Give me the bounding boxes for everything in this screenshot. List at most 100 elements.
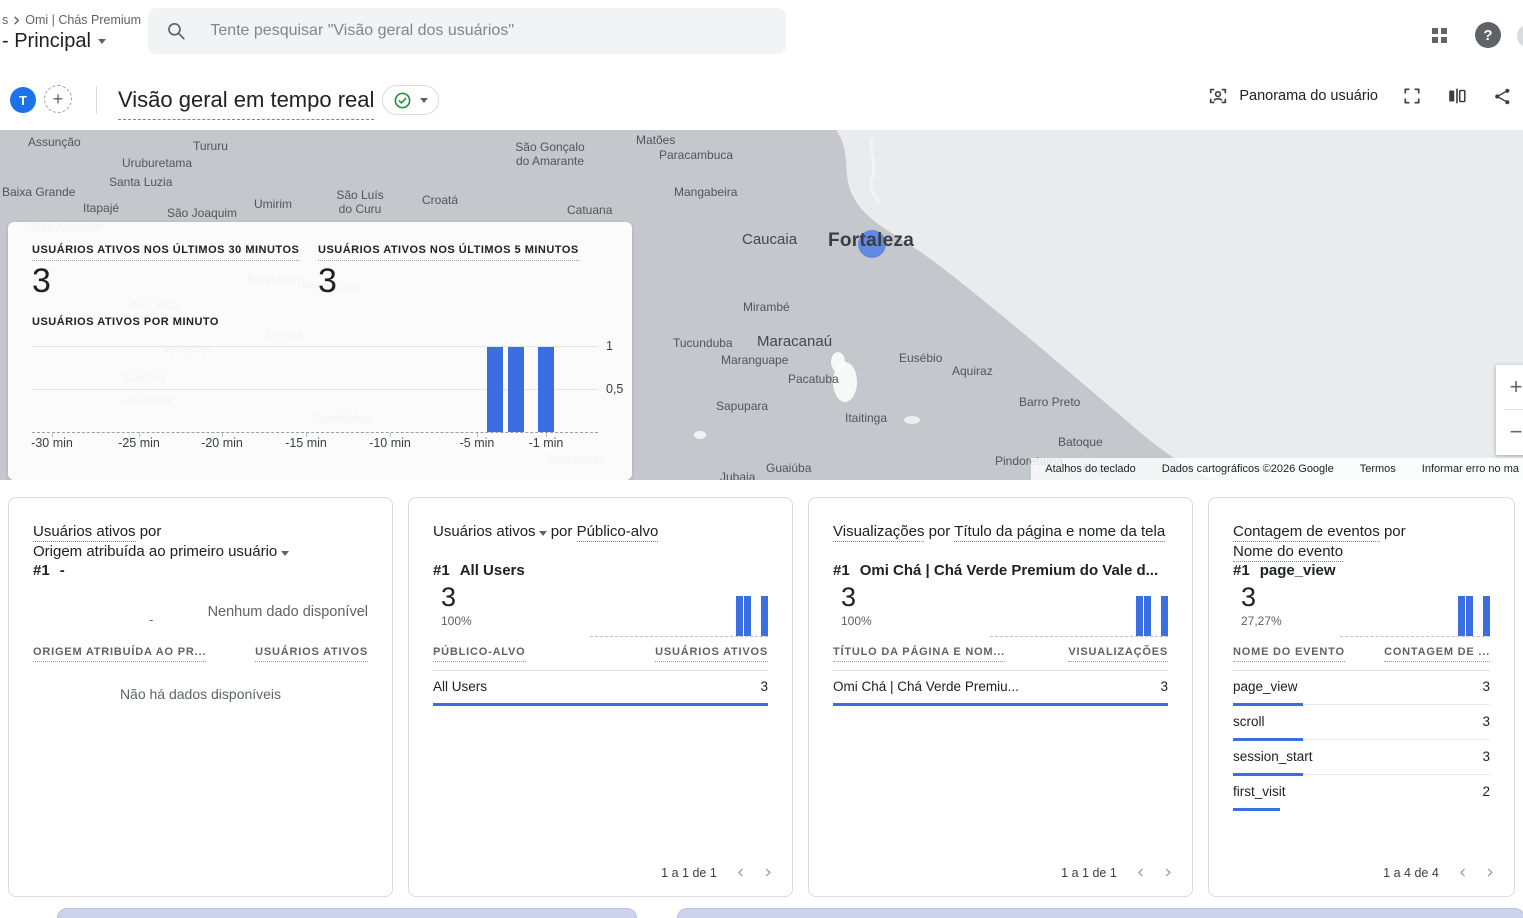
- table-body: All Users 3: [433, 670, 768, 705]
- dimension-selector[interactable]: Origem atribuída ao primeiro usuário: [33, 543, 289, 560]
- map-attribution: Atalhos do teclado Dados cartográficos ©…: [1031, 458, 1523, 480]
- search-input[interactable]: [208, 21, 768, 41]
- chevron-down-icon: [539, 531, 547, 536]
- y-axis-label-1: 1: [606, 339, 632, 353]
- page-title[interactable]: Visão geral em tempo real: [118, 87, 374, 120]
- map-label: Uruburetama: [122, 156, 192, 170]
- metric-column-header[interactable]: VISUALIZAÇÕES: [1068, 646, 1168, 662]
- spark-bar: [1458, 596, 1465, 636]
- avatar[interactable]: T: [10, 87, 36, 113]
- map-label: Umirim: [254, 197, 292, 211]
- add-comparison-button[interactable]: +: [44, 85, 72, 113]
- geo-map[interactable]: Assunção Tururu Uruburetama Santa Luzia …: [0, 130, 1523, 480]
- breadcrumb[interactable]: s Omi | Chás Premium: [2, 13, 141, 27]
- terms-link[interactable]: Termos: [1360, 463, 1396, 475]
- top-percent: 100%: [841, 614, 872, 628]
- pagination: 1 a 4 de 4 ‹ ›: [1383, 863, 1494, 882]
- user-avatar-edge[interactable]: [1517, 24, 1523, 48]
- next-page-button[interactable]: ›: [1164, 863, 1172, 882]
- map-label: Maracanaú: [757, 333, 832, 350]
- metric-selector[interactable]: Usuários ativos: [33, 523, 136, 542]
- metric-selector[interactable]: Usuários ativos: [433, 523, 547, 540]
- prev-page-button[interactable]: ‹: [737, 863, 745, 882]
- no-data-message: Nenhum dado disponível: [208, 604, 368, 620]
- zoom-out-button[interactable]: −: [1496, 410, 1523, 454]
- dimension-column-header[interactable]: TÍTULO DA PÁGINA E NOM...: [833, 646, 1005, 662]
- metric-selector[interactable]: Visualizações: [833, 523, 924, 542]
- minute-bar: [487, 347, 503, 432]
- dimension-column-header[interactable]: ORIGEM ATRIBUÍDA AO PR...: [33, 646, 206, 662]
- table-header: PÚBLICO-ALVO USUÁRIOS ATIVOS: [433, 646, 768, 671]
- next-row-card-top: [677, 908, 1523, 918]
- share-button[interactable]: [1492, 86, 1513, 107]
- chevron-down-icon: [281, 551, 289, 556]
- divider: [96, 86, 97, 114]
- help-icon[interactable]: ?: [1475, 22, 1501, 48]
- top-value: 3: [841, 582, 856, 613]
- rank-value: -: [60, 562, 65, 579]
- metric-selector[interactable]: Contagem de eventos: [1233, 523, 1380, 542]
- dimension-selector[interactable]: Público-alvo: [577, 523, 659, 542]
- realtime-summary-card: USUÁRIOS ATIVOS NOS ÚLTIMOS 30 MINUTOS U…: [8, 222, 632, 480]
- sparkline-chart: [590, 594, 768, 637]
- active-users-5min-value: 3: [318, 262, 337, 301]
- rank-value: Omi Chá | Chá Verde Premium do Vale d...: [860, 562, 1158, 579]
- data-quality-badge[interactable]: [382, 85, 439, 115]
- compare-button[interactable]: [1446, 85, 1468, 107]
- metric-column-header[interactable]: CONTAGEM DE ...: [1384, 646, 1490, 662]
- title-connector: por: [140, 523, 162, 540]
- user-snapshot-icon: [1207, 85, 1229, 107]
- map-label: Jubaia: [720, 470, 755, 480]
- card-views-by-page-title: Visualizações por Título da página e nom…: [808, 497, 1193, 897]
- search-icon: [166, 20, 186, 42]
- prev-page-button[interactable]: ‹: [1137, 863, 1145, 882]
- pagination: 1 a 1 de 1 ‹ ›: [661, 863, 772, 882]
- dimension-column-header[interactable]: PÚBLICO-ALVO: [433, 646, 526, 662]
- metric-column-header[interactable]: USUÁRIOS ATIVOS: [655, 646, 768, 662]
- spark-bar: [1483, 596, 1490, 636]
- fullscreen-icon: [1402, 86, 1422, 106]
- top-percent: 27,27%: [1241, 614, 1282, 628]
- table-row: first_visit 2: [1233, 775, 1490, 809]
- active-users-5min-label[interactable]: USUÁRIOS ATIVOS NOS ÚLTIMOS 5 MINUTOS: [318, 244, 579, 261]
- search-bar[interactable]: [148, 8, 786, 54]
- map-label: Batoque: [1058, 435, 1103, 449]
- map-label: Paracambuca: [659, 148, 733, 162]
- next-page-button[interactable]: ›: [1486, 863, 1494, 882]
- rank-value: page_view: [1260, 562, 1336, 579]
- rank-value: All Users: [460, 562, 525, 579]
- dimension-column-header[interactable]: NOME DO EVENTO: [1233, 646, 1345, 662]
- title-connector: por: [929, 523, 951, 540]
- pagination-label: 1 a 4 de 4: [1383, 866, 1439, 880]
- sparkline-chart: [990, 594, 1168, 637]
- keyboard-shortcuts-link[interactable]: Atalhos do teclado: [1045, 463, 1136, 475]
- zoom-in-button[interactable]: +: [1496, 365, 1523, 409]
- pagination: 1 a 1 de 1 ‹ ›: [1061, 863, 1172, 882]
- card-title: Usuários ativos por Público-alvo: [433, 522, 768, 542]
- rank-label: #1: [33, 562, 50, 579]
- spark-bar: [761, 596, 768, 636]
- map-label: Catuana: [567, 203, 612, 217]
- metric-column-header[interactable]: USUÁRIOS ATIVOS: [255, 646, 368, 662]
- table-header: ORIGEM ATRIBUÍDA AO PR... USUÁRIOS ATIVO…: [33, 646, 368, 662]
- map-label: Pacatuba: [788, 372, 839, 386]
- x-axis-label: -20 min: [196, 436, 248, 450]
- row-name: session_start: [1233, 749, 1313, 764]
- user-snapshot-button[interactable]: Panorama do usuário: [1207, 85, 1378, 107]
- metric-label: Usuários ativos: [433, 523, 536, 540]
- status-check-icon: [393, 91, 412, 110]
- dimension-selector[interactable]: Nome do evento: [1233, 543, 1343, 562]
- next-page-button[interactable]: ›: [764, 863, 772, 882]
- row-bar: [1233, 808, 1280, 811]
- chevron-down-icon: [420, 98, 428, 103]
- account-switcher[interactable]: - Principal: [2, 30, 106, 53]
- title-connector: por: [551, 523, 573, 540]
- no-table-data-message: Não há dados disponíveis: [9, 686, 392, 702]
- map-label: Tururu: [193, 139, 228, 153]
- prev-page-button[interactable]: ‹: [1459, 863, 1467, 882]
- active-users-30min-label[interactable]: USUÁRIOS ATIVOS NOS ÚLTIMOS 30 MINUTOS: [32, 244, 299, 261]
- report-map-error-link[interactable]: Informar erro no ma: [1422, 463, 1519, 475]
- fullscreen-button[interactable]: [1402, 86, 1422, 106]
- dimension-selector[interactable]: Título da página e nome da tela: [954, 523, 1165, 542]
- apps-grid-icon[interactable]: [1432, 28, 1447, 43]
